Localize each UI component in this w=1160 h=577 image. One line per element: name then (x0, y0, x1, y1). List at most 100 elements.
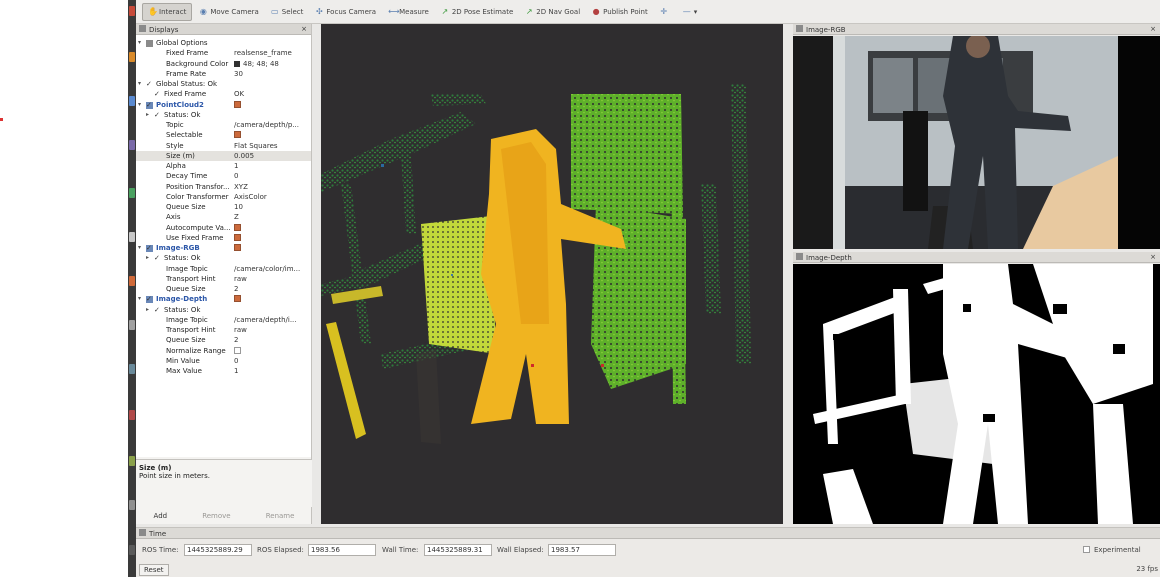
tree-row[interactable]: Size (m) 0.005 (136, 150, 311, 161)
close-icon[interactable]: × (1149, 25, 1157, 33)
tree-row[interactable]: Queue Size 2 (136, 335, 311, 345)
launcher-app-icon[interactable] (129, 410, 135, 420)
property-value[interactable] (234, 346, 310, 356)
property-value[interactable]: raw (234, 325, 310, 335)
tree-row[interactable]: Alpha 1 (136, 161, 311, 171)
checkbox[interactable] (234, 244, 241, 251)
tool-publish-point[interactable]: ● Publish Point (587, 3, 653, 21)
launcher-app-icon[interactable] (129, 545, 135, 555)
tool-select[interactable]: ▭ Select (266, 3, 309, 21)
panel-splitter[interactable] (783, 24, 793, 524)
property-value[interactable] (234, 233, 310, 243)
tree-row[interactable]: Normalize Range (136, 346, 311, 356)
property-value[interactable]: /camera/color/im... (234, 264, 310, 274)
chevron-down-icon[interactable]: ▾ (138, 294, 146, 304)
launcher-app-icon[interactable] (129, 52, 135, 62)
tree-row[interactable]: Axis Z (136, 212, 311, 222)
launcher-app-icon[interactable] (129, 276, 135, 286)
property-value[interactable] (234, 130, 310, 140)
chevron-down-icon[interactable]: ▾ (138, 100, 146, 110)
tool-interact[interactable]: ✋ Interact (142, 2, 193, 21)
chevron-right-icon[interactable]: ▸ (146, 305, 154, 315)
tool-add[interactable]: ✛ (655, 3, 676, 21)
launcher-app-icon[interactable] (129, 188, 135, 198)
tree-row[interactable]: Transport Hint raw (136, 274, 311, 284)
rename-button[interactable]: Rename (266, 512, 295, 520)
tree-row[interactable]: Style Flat Squares (136, 141, 311, 151)
chevron-down-icon[interactable]: ▾ (138, 243, 146, 253)
property-value[interactable]: 0.005 (234, 151, 310, 161)
tree-row[interactable]: Fixed Frame realsense_frame (136, 48, 311, 58)
add-button[interactable]: Add (154, 512, 168, 520)
property-value[interactable] (234, 223, 310, 233)
tree-row[interactable]: Selectable (136, 130, 311, 140)
tool-focus-camera[interactable]: ✣ Focus Camera (310, 3, 381, 21)
panel-splitter[interactable] (312, 24, 321, 524)
tool-measure[interactable]: ⟷ Measure (383, 3, 434, 21)
property-value[interactable]: 48; 48; 48 (234, 59, 310, 69)
property-value[interactable]: 30 (234, 69, 310, 79)
launcher-app-icon[interactable] (129, 456, 135, 466)
launcher-app-icon[interactable] (129, 500, 135, 510)
tree-row[interactable]: ✓ Fixed Frame OK (136, 89, 311, 99)
tool-minus-menu[interactable]: — ▾ (678, 3, 703, 21)
property-value[interactable]: XYZ (234, 182, 310, 192)
tree-row[interactable]: Use Fixed Frame (136, 233, 311, 243)
close-icon[interactable]: × (300, 25, 308, 33)
launcher-app-icon[interactable] (129, 96, 135, 106)
launcher-app-icon[interactable] (129, 140, 135, 150)
property-value[interactable]: /camera/depth/i... (234, 315, 310, 325)
tree-row[interactable]: ▸ ✓ Status: Ok (136, 110, 311, 120)
wall-elapsed-field[interactable]: 1983.57 (548, 544, 616, 556)
launcher-app-icon[interactable] (129, 320, 135, 330)
property-value[interactable]: 1 (234, 161, 310, 171)
ros-elapsed-field[interactable]: 1983.56 (308, 544, 376, 556)
checkbox[interactable] (234, 100, 241, 108)
tree-row[interactable]: Topic/camera/depth/p... (136, 120, 311, 130)
tree-row[interactable]: Queue Size 10 (136, 202, 311, 212)
tree-row[interactable]: ▸ ✓ Status: Ok (136, 305, 311, 315)
close-icon[interactable]: × (1149, 253, 1157, 261)
tool-move-camera[interactable]: ◉ Move Camera (194, 3, 263, 21)
launcher-app-icon[interactable] (129, 232, 135, 242)
checkbox[interactable] (234, 131, 241, 139)
property-value[interactable]: OK (234, 89, 310, 99)
chevron-right-icon[interactable]: ▸ (146, 110, 154, 120)
chevron-down-icon[interactable]: ▾ (138, 38, 146, 48)
property-value[interactable]: realsense_frame (234, 48, 310, 58)
property-value[interactable]: 1 (234, 366, 310, 376)
property-value[interactable]: 0 (234, 171, 310, 181)
ros-time-field[interactable]: 1445325889.29 (184, 544, 252, 556)
tree-row[interactable]: Autocompute Va... (136, 223, 311, 233)
tree-row[interactable]: Image Topic/camera/color/im... (136, 264, 311, 274)
launcher-app-icon[interactable] (129, 364, 135, 374)
checkbox[interactable] (234, 233, 241, 241)
tree-row[interactable]: ▾ Global Options (136, 38, 311, 48)
property-value[interactable] (234, 243, 310, 253)
tree-row[interactable]: Min Value 0 (136, 356, 311, 366)
tree-row[interactable]: Background Color 48; 48; 48 (136, 59, 311, 69)
experimental-toggle[interactable]: Experimental (1083, 546, 1141, 554)
launcher-app-icon[interactable] (129, 6, 135, 16)
remove-button[interactable]: Remove (202, 512, 230, 520)
checkbox[interactable] (234, 346, 241, 354)
tree-row[interactable]: Queue Size 2 (136, 284, 311, 294)
property-value[interactable]: 2 (234, 284, 310, 294)
tree-row[interactable]: ▸ ✓ Status: Ok (136, 253, 311, 263)
property-value[interactable] (234, 100, 310, 110)
reset-button[interactable]: Reset (139, 564, 169, 576)
tool-2d-nav-goal[interactable]: ↗ 2D Nav Goal (520, 3, 585, 21)
tree-row[interactable]: ▾ ✓ Image-Depth (136, 294, 311, 304)
property-value[interactable]: Z (234, 212, 310, 222)
tree-row[interactable]: ▾ ✓ Global Status: Ok (136, 79, 311, 89)
chevron-down-icon[interactable]: ▾ (138, 79, 146, 89)
tree-row[interactable]: Position Transfor... XYZ (136, 182, 311, 192)
property-value[interactable]: Flat Squares (234, 141, 310, 151)
tree-row[interactable]: Color Transformer AxisColor (136, 192, 311, 202)
property-value[interactable]: raw (234, 274, 310, 284)
chevron-right-icon[interactable]: ▸ (146, 253, 154, 263)
property-value[interactable] (234, 294, 310, 304)
tree-row[interactable]: ▾ ✓ Image-RGB (136, 243, 311, 253)
checkbox[interactable] (234, 295, 241, 303)
property-value[interactable]: 10 (234, 202, 310, 212)
